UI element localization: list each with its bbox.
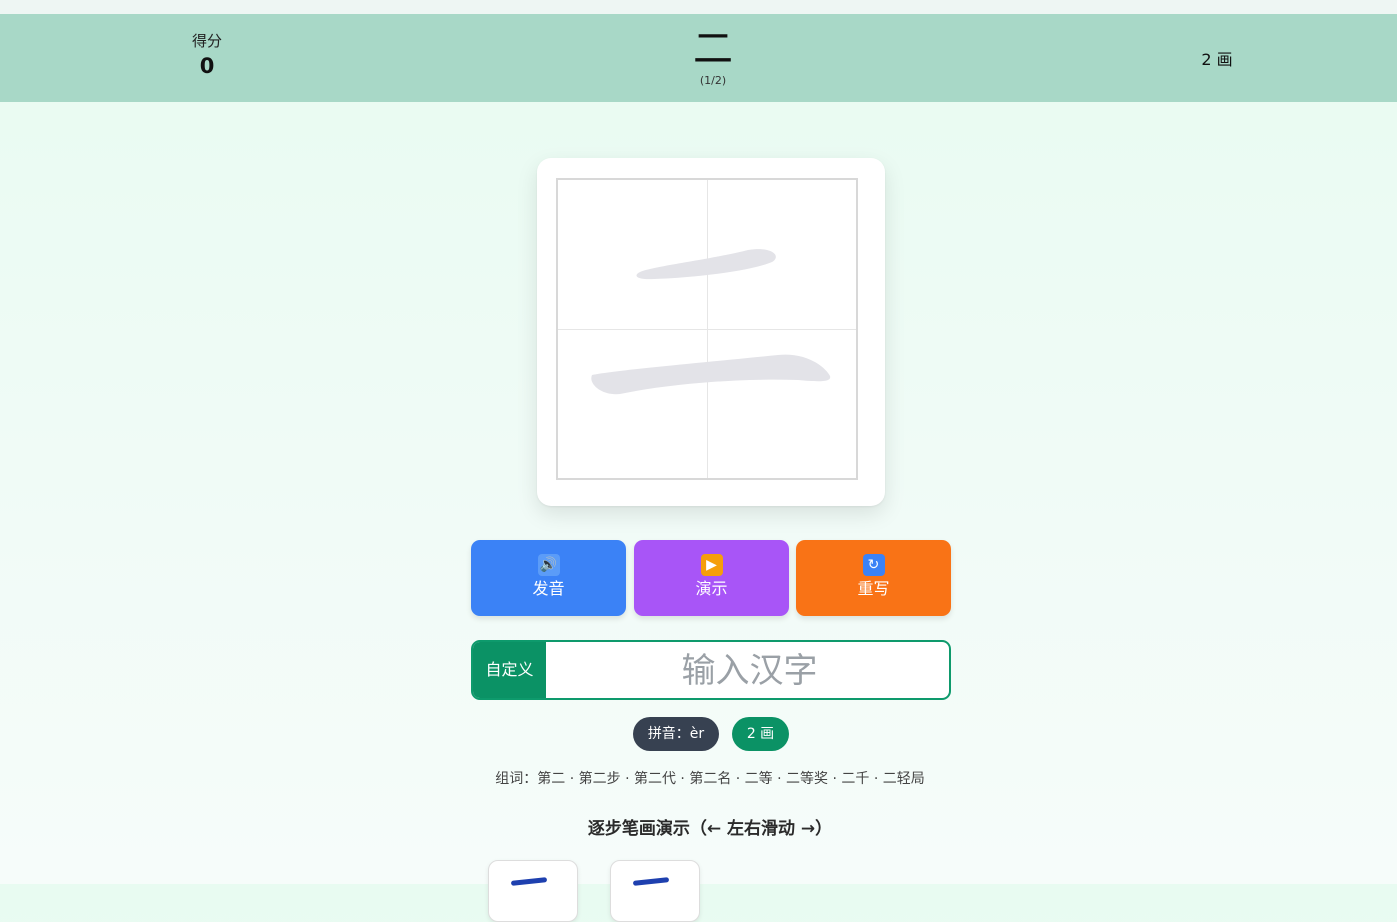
stroke-step-1[interactable] — [488, 860, 578, 922]
demo-button[interactable]: ▶ 演示 — [634, 540, 789, 616]
stroke-count-badge: 2 画 — [732, 717, 789, 751]
stroke-outline-2 — [591, 354, 831, 395]
step-demo-title: 逐步笔画演示（← 左右滑动 →） — [587, 819, 833, 839]
character-progress: (1/2) — [699, 74, 727, 87]
score-label: 得分 — [191, 32, 222, 50]
speak-button[interactable]: 🔊 发音 — [471, 540, 626, 616]
pinyin-badge: 拼音：èr — [633, 717, 719, 751]
stroke-step-2-mark — [632, 877, 670, 886]
top-strip — [0, 0, 1397, 14]
demo-button-label: 演示 — [695, 579, 728, 598]
character-outline — [591, 249, 831, 395]
custom-character-field: 自定义 — [471, 640, 951, 700]
play-icon: ▶ — [700, 554, 723, 576]
writing-grid[interactable] — [556, 178, 858, 480]
custom-label: 自定义 — [473, 642, 546, 698]
rewrite-button[interactable]: ↻ 重写 — [796, 540, 951, 616]
refresh-icon: ↻ — [862, 554, 885, 576]
rewrite-button-label: 重写 — [857, 579, 890, 598]
stroke-outline-1 — [636, 249, 776, 280]
stroke-step-1-mark — [510, 877, 548, 886]
stroke-count-header: 2 画 — [1201, 50, 1233, 69]
speaker-icon: 🔊 — [537, 554, 560, 576]
word-list: 组词：第二 · 第二步 · 第二代 · 第二名 · 二等 · 二等奖 · 二千 … — [495, 771, 925, 787]
writing-card — [537, 158, 885, 506]
custom-character-input[interactable] — [546, 642, 949, 698]
score-value: 0 — [199, 54, 215, 78]
header-bar: 得分 0 二 (1/2) 2 画 — [0, 14, 1397, 102]
current-character-block: 二 (1/2) — [663, 24, 763, 88]
stroke-step-2[interactable] — [610, 860, 700, 922]
score-block: 得分 0 — [167, 30, 247, 80]
speak-button-label: 发音 — [532, 579, 565, 598]
current-character: 二 — [693, 26, 733, 72]
